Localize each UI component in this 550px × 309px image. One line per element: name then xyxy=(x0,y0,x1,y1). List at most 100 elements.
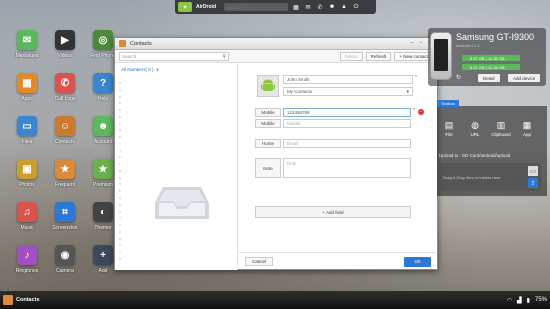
name-field[interactable]: John Smith xyxy=(283,75,413,84)
alphabet-index-letter[interactable]: B xyxy=(119,95,121,99)
tool-file[interactable]: ▤ File xyxy=(439,120,459,137)
power-icon[interactable]: ⏻ xyxy=(352,4,360,11)
cancel-button[interactable]: Cancel xyxy=(245,257,274,266)
alphabet-index-letter[interactable]: Y xyxy=(119,250,121,254)
contacts-app-icon xyxy=(3,295,13,305)
android-icon xyxy=(261,79,275,91)
maximize-icon[interactable]: ▫ xyxy=(418,40,424,46)
tool-label: File xyxy=(445,132,453,137)
alphabet-index-letter[interactable]: S xyxy=(119,210,121,214)
mobile-field-2[interactable]: Mobile xyxy=(283,119,411,128)
remove-field-icon[interactable]: − xyxy=(418,109,424,115)
desktop-icon-label: Account xyxy=(93,139,113,145)
phone-type-select-2[interactable]: Mobile xyxy=(255,119,281,128)
note-field[interactable]: Note xyxy=(283,158,411,178)
phone-image xyxy=(430,32,452,80)
alphabet-index-letter[interactable]: # xyxy=(119,81,121,85)
add-field-button[interactable]: + Add field xyxy=(255,206,411,218)
alphabet-index-letter[interactable]: N xyxy=(119,176,121,180)
alphabet-index-letter[interactable]: P xyxy=(119,189,121,193)
taskbar-item-contacts[interactable]: Contacts xyxy=(3,295,40,305)
contacts-toolbar: Search ⚲ Delete Refresh + New contact xyxy=(115,50,437,63)
alphabet-index-letter[interactable]: F xyxy=(119,122,121,126)
tool-label: URL xyxy=(470,132,480,137)
email-type-select[interactable]: Home xyxy=(255,139,281,148)
desktop-icon-label: Help xyxy=(97,96,109,102)
alphabet-index-letter[interactable]: I xyxy=(120,142,121,146)
add-device-button[interactable]: Add device xyxy=(508,74,541,82)
alphabet-index-letter[interactable]: V xyxy=(119,230,121,234)
contact-edit-pane: John Smith * My Contacts Mobile 12345678… xyxy=(239,63,437,270)
battery-icon: ▮ xyxy=(526,297,530,304)
group-filter[interactable]: All Numbers( 0 ) ▾ xyxy=(115,63,237,77)
ok-button[interactable]: OK xyxy=(404,256,431,267)
user-icon[interactable]: ☻ xyxy=(328,4,336,10)
tool-clipboard[interactable]: ▥ Clipboard xyxy=(491,120,511,137)
alphabet-index[interactable]: # A B C D E F G H I J K L M N O P Q R S T U V W X Y Z xyxy=(117,81,123,261)
alphabet-index-letter[interactable]: W xyxy=(119,237,122,241)
wifi-icon: ◠ xyxy=(506,297,513,304)
alphabet-index-letter[interactable]: X xyxy=(119,243,121,247)
desktop-icon-ringtones[interactable]: ♪ Ringtones xyxy=(8,245,46,288)
alphabet-index-letter[interactable]: L xyxy=(119,162,121,166)
folder-icon[interactable]: ▭ xyxy=(528,166,538,176)
alphabet-index-letter[interactable]: Z xyxy=(119,257,121,261)
contact-avatar[interactable] xyxy=(257,75,279,97)
mail-icon[interactable]: ✉ xyxy=(304,4,312,11)
alphabet-index-letter[interactable]: G xyxy=(119,128,121,132)
alphabet-index-letter[interactable]: J xyxy=(119,149,121,153)
desktop-icon-videos[interactable]: ▶ Videos xyxy=(46,30,84,73)
alphabet-index-letter[interactable]: K xyxy=(119,155,121,159)
messages-icon: ✉ xyxy=(17,30,37,50)
top-search-input[interactable] xyxy=(224,3,288,11)
phone-type-select-1[interactable]: Mobile xyxy=(255,108,281,117)
desktop-icon-music[interactable]: ♫ Music xyxy=(8,202,46,245)
drop-zone[interactable]: Drag & Drop files or folders here ▭ ⇪ xyxy=(439,163,541,191)
phone-icon[interactable]: ✆ xyxy=(316,4,324,11)
desktop-icon-screenshot[interactable]: ⌗ Screenshot xyxy=(46,202,84,245)
upload-icon[interactable]: ⇪ xyxy=(528,178,538,188)
toolbox-tools: ▤ File ◍ URL ▥ Clipboard ▦ App xyxy=(439,120,537,137)
contacts-search-input[interactable]: Search ⚲ xyxy=(119,51,229,61)
taskbar: Contacts ◠ ▟ ▮ 75% xyxy=(0,291,550,309)
alphabet-index-letter[interactable]: R xyxy=(119,203,121,207)
desktop-icon-apps[interactable]: ▦ Apps xyxy=(8,73,46,116)
delete-button[interactable]: Delete xyxy=(339,51,363,61)
tool-url[interactable]: ◍ URL xyxy=(465,120,485,137)
alphabet-index-letter[interactable]: A xyxy=(119,88,121,92)
alphabet-index-letter[interactable]: E xyxy=(119,115,121,119)
alphabet-index-letter[interactable]: H xyxy=(119,135,121,139)
desktop-icon-files[interactable]: ▭ Files xyxy=(8,116,46,159)
alphabet-index-letter[interactable]: O xyxy=(119,182,121,186)
refresh-button[interactable]: Refresh xyxy=(365,51,392,61)
bell-icon[interactable]: ▲ xyxy=(340,4,348,10)
desktop-icon-messages[interactable]: ✉ Messages xyxy=(8,30,46,73)
alphabet-index-letter[interactable]: U xyxy=(119,223,121,227)
alphabet-index-letter[interactable]: C xyxy=(119,101,121,105)
window-titlebar[interactable]: Contacts – ▫ × xyxy=(115,38,437,50)
apps-grid-icon[interactable]: ▦ xyxy=(292,4,300,11)
desktop-icon-camera[interactable]: ◉ Camera xyxy=(46,245,84,288)
group-select[interactable]: My Contacts xyxy=(283,87,413,96)
detail-button[interactable]: Detail xyxy=(478,74,500,82)
email-field[interactable]: Email xyxy=(283,139,411,148)
mobile-field-1[interactable]: 123456789 xyxy=(283,108,411,117)
alphabet-index-letter[interactable]: M xyxy=(119,169,122,173)
storage-bar-internal: 8.57 GB | 11.35 GB xyxy=(462,55,520,61)
tool-app[interactable]: ▦ App xyxy=(517,120,537,137)
alphabet-index-letter[interactable]: Q xyxy=(119,196,121,200)
account-icon: ☻ xyxy=(93,116,113,136)
desktop-icon-call-logs[interactable]: ✆ Call Logs xyxy=(46,73,84,116)
taskbar-item-label: Contacts xyxy=(16,297,40,303)
desktop-icon-photos[interactable]: ▣ Photos xyxy=(8,159,46,202)
alphabet-index-letter[interactable]: D xyxy=(119,108,121,112)
minimize-icon[interactable]: – xyxy=(409,40,415,46)
search-icon[interactable]: ⚲ xyxy=(222,54,226,60)
alphabet-index-letter[interactable]: T xyxy=(119,216,121,220)
desktop-icon-contacts[interactable]: ☺ Contacts xyxy=(46,116,84,159)
refresh-icon[interactable]: ↻ xyxy=(456,74,461,81)
dialog-footer: Cancel OK xyxy=(239,252,437,270)
music-icon: ♫ xyxy=(17,202,37,222)
desktop-icon-frequent[interactable]: ★ Frequent xyxy=(46,159,84,202)
contacts-icon: ☺ xyxy=(55,116,75,136)
